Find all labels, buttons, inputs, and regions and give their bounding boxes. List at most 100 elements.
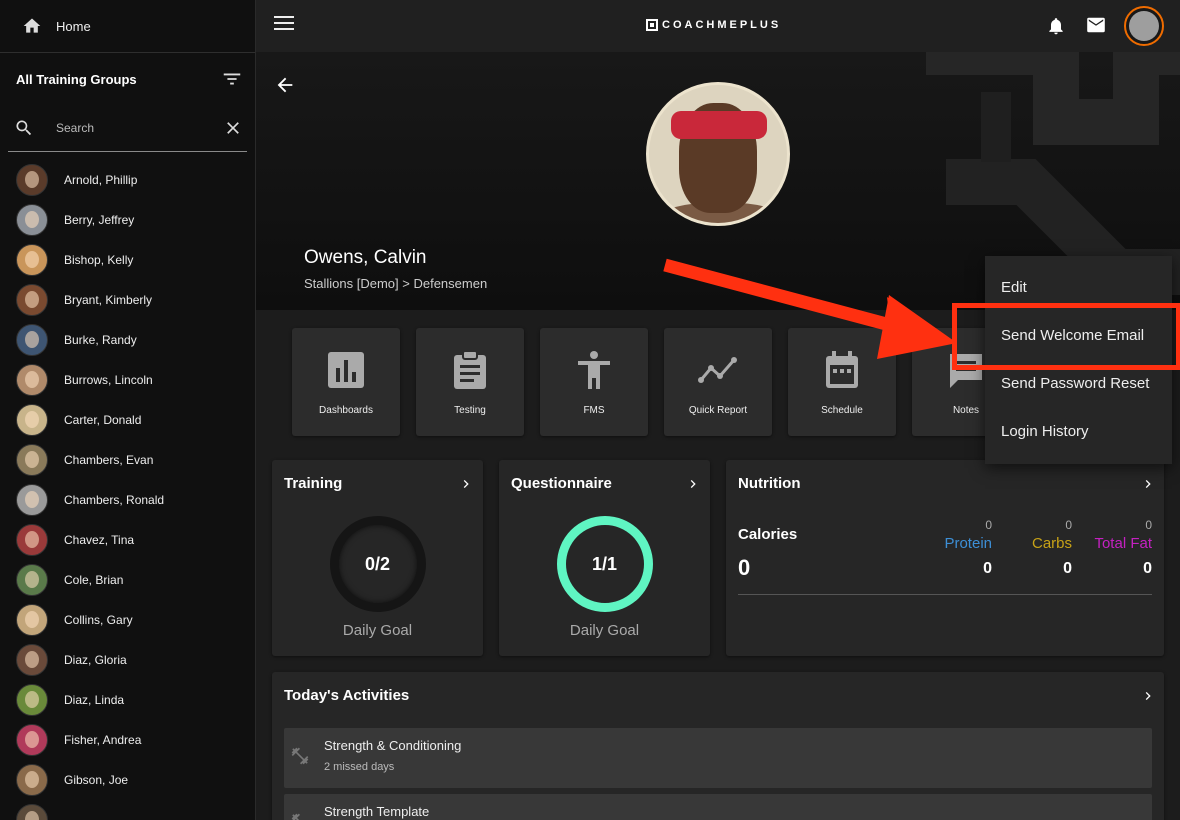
user-avatar[interactable] [1124, 6, 1164, 46]
athlete-list-item[interactable]: Cole, Brian [0, 560, 255, 600]
athlete-profile-photo [646, 82, 790, 226]
bar-chart-icon [328, 352, 364, 388]
athlete-list-name: Chavez, Tina [64, 533, 135, 547]
menu-item-login-history[interactable]: Login History [985, 407, 1172, 455]
athlete-avatar [16, 804, 48, 820]
protein-column: 0 Protein 0 [944, 518, 992, 578]
back-arrow-icon[interactable] [274, 74, 296, 96]
notifications-bell-icon[interactable] [1046, 15, 1066, 37]
athlete-list-item[interactable]: Berry, Jeffrey [0, 200, 255, 240]
athlete-list-name: Collins, Gary [64, 613, 133, 627]
athlete-list-item[interactable]: Bryant, Kimberly [0, 280, 255, 320]
tile-testing[interactable]: Testing [416, 328, 524, 436]
chevron-right-icon[interactable] [1140, 688, 1156, 704]
athlete-list-name: Bryant, Kimberly [64, 293, 153, 307]
athlete-list-item[interactable]: Gibson, Joe [0, 760, 255, 800]
carbs-column: 0 Carbs 0 [1032, 518, 1072, 578]
athlete-list-name: Diaz, Gloria [64, 653, 127, 667]
tile-fms[interactable]: FMS [540, 328, 648, 436]
training-groups-header: All Training Groups [0, 53, 255, 105]
human-figure-icon [578, 351, 610, 389]
athlete-avatar [16, 324, 48, 356]
sidebar-home-link[interactable]: Home [0, 0, 255, 53]
home-icon [23, 18, 41, 33]
dumbbell-icon [291, 747, 309, 765]
activity-name: Strength & Conditioning [324, 738, 462, 753]
athlete-list-name: Diaz, Linda [64, 693, 125, 707]
athlete-list-item[interactable]: Chavez, Tina [0, 520, 255, 560]
training-card[interactable]: Training 0/2 Daily Goal [272, 460, 483, 656]
athlete-list-name: Arnold, Phillip [64, 173, 138, 187]
menu-hamburger-icon[interactable] [274, 16, 294, 36]
athlete-list-item[interactable]: Fisher, Andrea [0, 720, 255, 760]
athlete-list-name: Chambers, Evan [64, 453, 154, 467]
athlete-list-item[interactable]: Carter, Donald [0, 400, 255, 440]
athlete-list-name: Cole, Brian [64, 573, 124, 587]
carbs-value: 0 [1063, 560, 1072, 577]
questionnaire-card[interactable]: Questionnaire 1/1 Daily Goal [499, 460, 710, 656]
athlete-avatar [16, 684, 48, 716]
athlete-avatar [16, 164, 48, 196]
logo-mark-icon [646, 19, 658, 31]
carbs-label: Carbs [1031, 535, 1072, 552]
athlete-avatar [16, 724, 48, 756]
nutrition-card[interactable]: Nutrition Calories 0 0 Protein 0 0 Carbs… [726, 460, 1164, 656]
annotation-arrow [663, 258, 957, 359]
athlete-list-item[interactable]: Burke, Randy [0, 320, 255, 360]
chevron-right-icon[interactable] [685, 476, 701, 492]
questionnaire-value: 1/1 [591, 554, 618, 574]
athlete-list-item[interactable]: Arnold, Phillip [0, 160, 255, 200]
activities-title: Today's Activities [284, 687, 410, 704]
athlete-avatar [16, 404, 48, 436]
tile-dashboards[interactable]: Dashboards [292, 328, 400, 436]
athlete-avatar [16, 444, 48, 476]
athlete-name: Owens, Calvin [304, 247, 427, 268]
athlete-list: Arnold, Phillip Berry, Jeffrey Bishop, Kel… [0, 152, 255, 820]
tile-label: FMS [583, 405, 605, 416]
filter-icon[interactable] [221, 68, 243, 90]
athlete-list-name: Burrows, Lincoln [64, 373, 153, 387]
athlete-list-item[interactable]: Diaz, Linda [0, 680, 255, 720]
athlete-list-name: Fisher, Andrea [64, 733, 142, 747]
activities-card: Today's Activities Strength & Conditioni… [272, 672, 1164, 820]
search-input[interactable] [56, 121, 223, 135]
carbs-goal: 0 [1065, 518, 1072, 532]
athlete-list-item[interactable]: Collins, Gary [0, 600, 255, 640]
athlete-avatar [16, 244, 48, 276]
training-groups-label: All Training Groups [16, 71, 137, 87]
athlete-list-item[interactable]: Diaz, Gloria [0, 640, 255, 680]
athlete-avatar [16, 564, 48, 596]
athlete-list-item[interactable]: Bishop, Kelly [0, 240, 255, 280]
athlete-avatar [16, 524, 48, 556]
activity-item[interactable]: Strength Template [284, 794, 1152, 820]
dumbbell-icon [291, 813, 300, 820]
messages-mail-icon[interactable] [1086, 17, 1106, 33]
search-icon [16, 120, 32, 136]
questionnaire-goal-label: Daily Goal [569, 622, 640, 639]
top-bar: COACHMEPLUS [256, 0, 1180, 52]
fat-label: Total Fat [1094, 535, 1152, 552]
athlete-avatar [16, 764, 48, 796]
athlete-list-item[interactable]: Chambers, Ronald [0, 480, 255, 520]
athlete-list-name: Bishop, Kelly [64, 253, 134, 267]
questionnaire-title: Questionnaire [511, 475, 612, 492]
sidebar: Home All Training Groups Arnold, Phillip… [0, 0, 256, 820]
nutrition-divider [738, 594, 1152, 595]
athlete-avatar [16, 484, 48, 516]
clear-search-icon[interactable] [223, 118, 243, 138]
athlete-avatar [16, 204, 48, 236]
activity-name: Strength Template [324, 804, 430, 819]
chevron-right-icon[interactable] [1140, 476, 1156, 492]
athlete-list-item[interactable] [0, 800, 255, 820]
protein-goal: 0 [985, 518, 992, 532]
activity-item[interactable]: Strength & Conditioning 2 missed days [284, 728, 1152, 788]
athlete-list-item[interactable]: Burrows, Lincoln [0, 360, 255, 400]
athlete-list-name: Carter, Donald [64, 413, 142, 427]
nutrition-title: Nutrition [738, 475, 801, 492]
tile-label: Schedule [821, 405, 863, 416]
athlete-list-item[interactable]: Chambers, Evan [0, 440, 255, 480]
chevron-right-icon[interactable] [458, 476, 474, 492]
training-goal-label: Daily Goal [342, 622, 413, 639]
training-value: 0/2 [364, 554, 391, 574]
logo-text: COACHMEPLUS [662, 19, 782, 31]
